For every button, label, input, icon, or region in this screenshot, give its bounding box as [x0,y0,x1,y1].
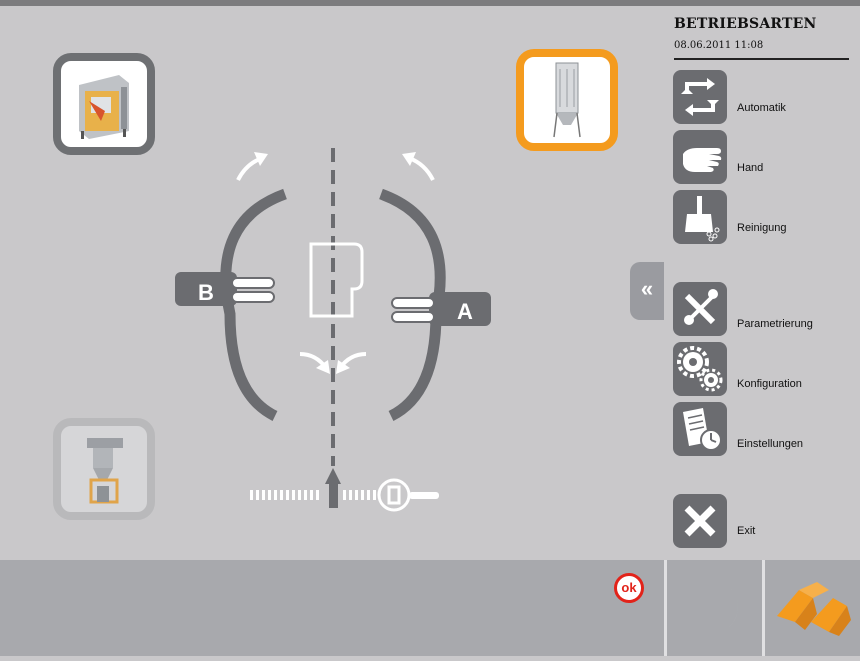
center-part-outline [309,242,364,318]
automatik-label: Automatik [737,102,786,114]
hand-label: Hand [737,162,764,174]
close-icon [673,494,727,548]
arrow-up-icon [325,468,341,484]
filter-icon [553,62,581,138]
exit-button[interactable]: Exit [673,494,853,548]
operating-modes-panel: BETRIEBSARTEN 08.06.2011 11:08 Automatik… [663,6,860,556]
moon-icon [697,584,738,634]
gun-a-icon [391,292,491,326]
hand-icon [673,130,727,184]
panel-divider [674,58,849,60]
exit-label: Exit [737,525,756,537]
konfiguration-button[interactable]: Konfiguration [673,342,853,396]
gears-icon [673,342,727,396]
hand-button[interactable]: Hand [673,130,853,184]
filter-tile[interactable] [516,49,618,151]
document-clock-icon [673,402,727,456]
valve-key-icon [377,478,439,512]
arrow-top-right-icon [408,156,435,181]
cyclone-icon [87,438,123,504]
gun-b-icon [175,272,275,306]
gun-b-label: B [198,280,214,305]
panel-title: BETRIEBSARTEN [674,16,817,32]
automatik-button[interactable]: Automatik [673,70,853,124]
parametrierung-label: Parametrierung [737,318,813,330]
cyclone-tile[interactable] [53,418,155,520]
parametrierung-button[interactable]: Parametrierung [673,282,853,336]
booth-icon [79,75,129,139]
einstellungen-button[interactable]: Einstellungen [673,402,853,456]
left-bracket-arc [220,188,287,421]
brand-logo-icon [777,582,851,636]
panel-datetime: 08.06.2011 11:08 [674,40,764,51]
home-logo-button[interactable] [762,560,860,656]
booth-tile[interactable] [53,53,155,155]
reinigung-button[interactable]: Reinigung [673,190,853,244]
process-view: B A [10,6,663,558]
tools-icon [673,282,727,336]
ok-status-badge[interactable]: ok [614,573,644,603]
collapse-panel-button[interactable]: « [630,262,664,320]
reinigung-label: Reinigung [737,222,787,234]
refresh-arrows-icon [673,70,727,124]
einstellungen-label: Einstellungen [737,438,804,450]
standby-button[interactable] [664,560,760,656]
konfiguration-label: Konfiguration [737,378,802,390]
broom-icon [673,190,727,244]
gun-a-label: A [457,299,473,324]
